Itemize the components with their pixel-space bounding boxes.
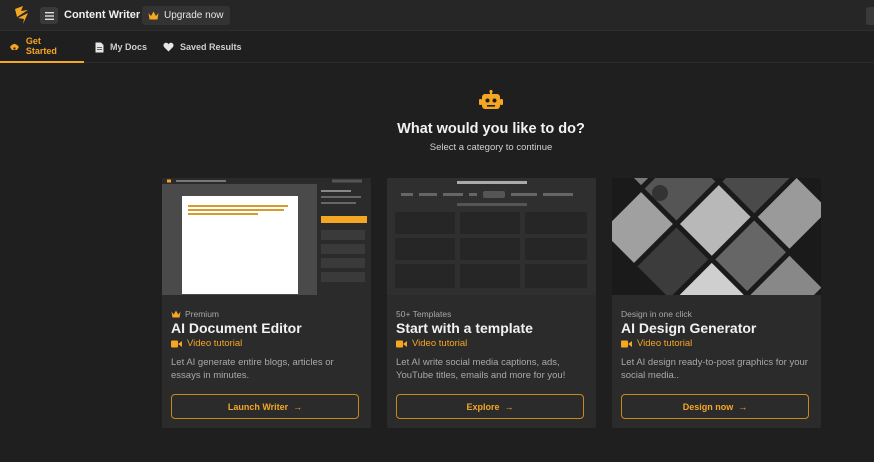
- tab-label: My Docs: [110, 42, 148, 52]
- arrow-right-icon: →: [738, 401, 748, 412]
- video-camera-icon: [396, 340, 407, 347]
- card-eyebrow: Design in one click: [621, 309, 692, 319]
- tab-bar: Get Started My Docs Saved Results: [0, 31, 874, 63]
- tab-get-started[interactable]: Get Started: [0, 31, 84, 63]
- document-editor-preview-image: [162, 178, 371, 295]
- video-tutorial-label: Video tutorial: [412, 338, 468, 349]
- card-start-with-template: 50+ Templates Start with a template Vide…: [387, 178, 596, 428]
- hamburger-icon: [44, 11, 54, 20]
- crown-icon: [171, 310, 181, 318]
- video-tutorial-link[interactable]: Video tutorial: [171, 338, 242, 349]
- top-bar: Content Writer Upgrade now: [0, 0, 874, 31]
- app-title: Content Writer: [64, 9, 141, 21]
- card-title: Start with a template: [396, 320, 533, 336]
- upgrade-button[interactable]: Upgrade now: [142, 6, 231, 25]
- document-icon: [95, 42, 104, 52]
- upgrade-label: Upgrade now: [164, 10, 224, 21]
- video-camera-icon: [171, 340, 182, 347]
- card-title: AI Document Editor: [171, 320, 302, 336]
- eyebrow-label: Design in one click: [621, 309, 692, 319]
- eyebrow-label: Premium: [185, 309, 220, 319]
- card-description: Let AI design ready-to-post graphics for…: [621, 357, 808, 381]
- card-ai-document-editor: Premium AI Document Editor Video tutoria…: [162, 178, 371, 428]
- tab-my-docs[interactable]: My Docs: [95, 31, 147, 63]
- launch-writer-button[interactable]: Launch Writer →: [171, 394, 359, 419]
- button-label: Launch Writer: [227, 401, 289, 412]
- button-label: Explore: [466, 401, 500, 412]
- page-title: What would you like to do?: [397, 121, 585, 137]
- design-generator-preview-image: [612, 178, 821, 295]
- card-eyebrow: 50+ Templates: [396, 309, 451, 319]
- tab-label: Saved Results: [180, 42, 242, 52]
- crown-icon: [148, 11, 159, 20]
- video-tutorial-link[interactable]: Video tutorial: [621, 338, 692, 349]
- eyebrow-label: 50+ Templates: [396, 309, 452, 319]
- arrow-right-icon: →: [293, 401, 303, 412]
- video-tutorial-label: Video tutorial: [637, 338, 693, 349]
- explore-button[interactable]: Explore →: [396, 394, 584, 419]
- video-camera-icon: [621, 340, 632, 347]
- tab-saved-results[interactable]: Saved Results: [163, 31, 242, 63]
- card-title: AI Design Generator: [621, 320, 757, 336]
- card-ai-design-generator: Design in one click AI Design Generator …: [612, 178, 821, 428]
- card-description: Let AI generate entire blogs, articles o…: [171, 357, 334, 381]
- card-eyebrow: Premium: [171, 309, 219, 319]
- video-tutorial-link[interactable]: Video tutorial: [396, 338, 467, 349]
- arrow-right-icon: →: [504, 401, 514, 412]
- window-edge-button[interactable]: [866, 7, 874, 25]
- design-now-button[interactable]: Design now →: [621, 394, 809, 419]
- heart-icon: [163, 42, 174, 52]
- video-tutorial-label: Video tutorial: [187, 338, 243, 349]
- app-logo-icon[interactable]: [12, 5, 32, 25]
- templates-preview-image: [387, 178, 596, 295]
- card-description: Let AI write social media captions, ads,…: [396, 357, 566, 381]
- robot-icon: [479, 90, 503, 109]
- rocket-icon: [9, 44, 19, 50]
- page-subtitle: Select a category to continue: [429, 142, 553, 153]
- tab-label: Get Started: [25, 36, 57, 56]
- menu-button[interactable]: [40, 7, 58, 24]
- button-label: Design now: [682, 401, 734, 412]
